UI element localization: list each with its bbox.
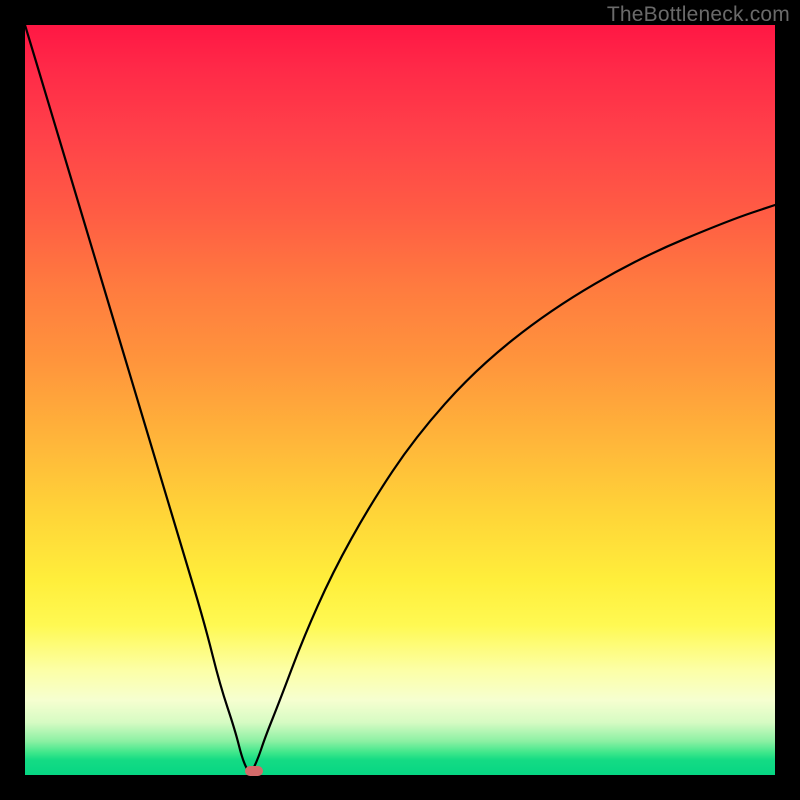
watermark-text: TheBottleneck.com — [607, 3, 790, 27]
chart-stage: TheBottleneck.com — [0, 0, 800, 800]
curve-svg — [25, 25, 775, 775]
plot-area — [25, 25, 775, 775]
optimum-marker — [245, 766, 263, 776]
bottleneck-curve — [25, 25, 775, 771]
